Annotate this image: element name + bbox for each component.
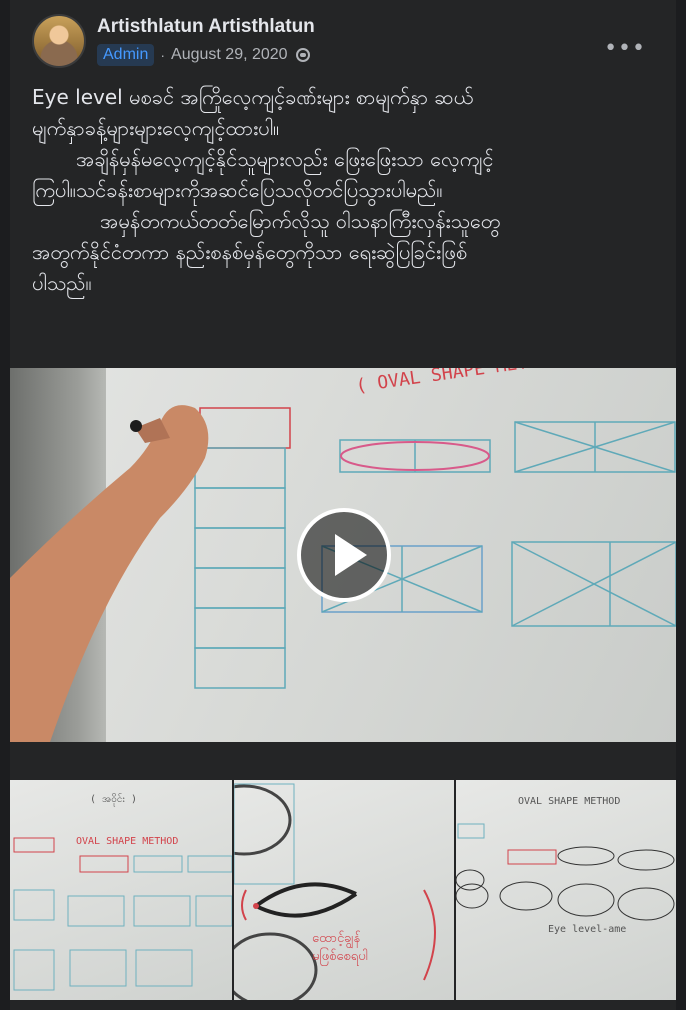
admin-badge: Admin bbox=[97, 44, 155, 66]
thumbnail-strip: ( အဝိုင်း ) OVAL SHAPE METHOD ထောင့်ချွန… bbox=[10, 780, 676, 1000]
thumbnail-label: Eye level-ame bbox=[548, 924, 627, 935]
post-text-line: ပါသည်။ bbox=[32, 271, 92, 295]
post-text-line: မျက်နှာခန့်များများလေ့ကျင့်ထားပါ။ bbox=[32, 116, 280, 140]
post-body: Eye level မစခင် အကြိုလေ့ကျင့်ခဏ်းများ စာ… bbox=[32, 82, 652, 299]
thumbnail-label: မဖြစ်စေရပါ bbox=[312, 949, 368, 964]
audience-icon[interactable] bbox=[295, 48, 310, 62]
author-name[interactable]: Artisthlatun Artisthlatun bbox=[97, 16, 315, 38]
post-meta: Admin · August 29, 2020 bbox=[97, 42, 310, 68]
thumbnail-label: OVAL SHAPE METHOD bbox=[76, 836, 179, 847]
meta-separator: · bbox=[160, 47, 166, 63]
post-text-line: Eye level မစခင် အကြိုလေ့ကျင့်ခဏ်းများ စာ… bbox=[32, 85, 474, 109]
thumbnail-label: OVAL SHAPE METHOD bbox=[518, 796, 621, 807]
post-text-line: အတွက်နိုင်ငံတကာ နည်းစနစ်မှန်တွေကိုသာ ရေး… bbox=[32, 240, 468, 264]
play-icon[interactable] bbox=[297, 508, 391, 602]
post-header: Artisthlatun Artisthlatun Admin · August… bbox=[32, 14, 676, 70]
post-text-line: ကြပါ။သင်ခန်းစာများကိုအဆင်ပြေသလိုတင်ပြသွာ… bbox=[32, 178, 443, 202]
post-card: Artisthlatun Artisthlatun Admin · August… bbox=[10, 0, 676, 1010]
post-text-line: အမှန်တကယ်တတ်မြောက်လိုသူ ဝါသနာကြီးလှန်းသူ… bbox=[100, 209, 501, 233]
more-options-icon[interactable]: ••• bbox=[604, 36, 646, 61]
video-player[interactable]: ( OVAL SHAPE METHOD bbox=[10, 368, 676, 742]
thumbnail-image[interactable]: OVAL SHAPE METHOD Eye level-ame bbox=[456, 780, 676, 1000]
thumbnail-label: ( အဝိုင်း ) bbox=[90, 794, 137, 805]
thumbnail-drawing bbox=[13, 837, 232, 991]
post-text-line: အချိန်မှန်မလေ့ကျင့်နိုင်သူများလည်း ဖြေးဖ… bbox=[76, 147, 494, 171]
thumbnail-image[interactable]: ထောင့်ချွန် မဖြစ်စေရပါ bbox=[234, 780, 454, 1000]
thumbnail-label: ထောင့်ချွန် bbox=[312, 931, 361, 946]
avatar[interactable] bbox=[32, 14, 86, 68]
thumbnail-drawing bbox=[234, 783, 436, 1000]
post-date[interactable]: August 29, 2020 bbox=[171, 46, 288, 64]
thumbnail-image[interactable]: ( အဝိုင်း ) OVAL SHAPE METHOD bbox=[10, 780, 232, 1000]
thumbnail-drawing bbox=[456, 823, 675, 921]
